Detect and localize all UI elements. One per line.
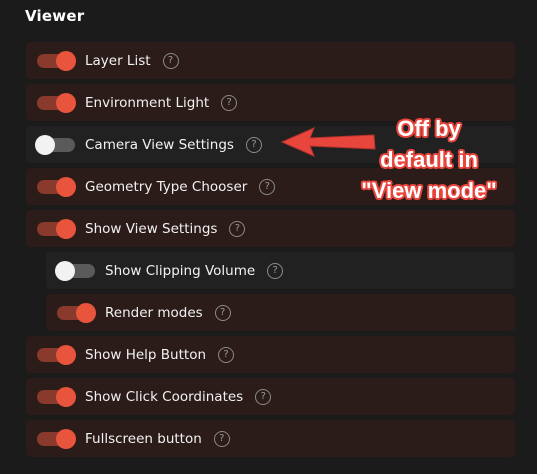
setting-row-fullscreen-button: Fullscreen button ? (26, 420, 515, 457)
toggle-knob (76, 302, 96, 323)
help-icon[interactable]: ? (221, 94, 238, 111)
setting-row-render-modes: Render modes ? (46, 294, 515, 331)
toggle-switch[interactable] (55, 260, 95, 281)
setting-label: Show Click Coordinates (85, 388, 244, 405)
toggle-knob (56, 50, 76, 71)
toggle-switch[interactable] (57, 302, 96, 323)
setting-label: Fullscreen button (85, 430, 202, 447)
help-icon[interactable]: ? (162, 52, 179, 69)
toggle-knob (56, 218, 76, 239)
help-icon[interactable]: ? (218, 346, 235, 363)
toggle-switch[interactable] (37, 218, 76, 239)
toggle-switch[interactable] (37, 428, 76, 449)
setting-label: Show Help Button (85, 346, 207, 363)
annotation-callout: Off by default in "View mode" (344, 113, 514, 206)
toggle-switch[interactable] (37, 92, 76, 113)
help-icon[interactable]: ? (214, 304, 231, 321)
annotation-line: Off by (397, 116, 461, 141)
setting-label: Environment Light (85, 94, 210, 111)
toggle-switch[interactable] (37, 176, 76, 197)
toggle-knob (56, 386, 76, 407)
toggle-switch[interactable] (37, 50, 76, 71)
setting-row-layer-list: Layer List ? (26, 42, 515, 79)
setting-label: Show Clipping Volume (105, 262, 256, 279)
setting-row-show-clipping-volume: Show Clipping Volume ? (46, 252, 515, 289)
help-icon[interactable]: ? (267, 262, 284, 279)
setting-label: Geometry Type Chooser (85, 178, 248, 195)
toggle-knob (35, 134, 55, 155)
help-icon[interactable]: ? (229, 220, 246, 237)
toggle-switch[interactable] (35, 134, 75, 155)
toggle-knob (56, 344, 76, 365)
toggle-knob (56, 176, 76, 197)
setting-row-show-click-coordinates: Show Click Coordinates ? (26, 378, 515, 415)
toggle-switch[interactable] (37, 344, 76, 365)
setting-row-show-help-button: Show Help Button ? (26, 336, 515, 373)
toggle-knob (56, 428, 76, 449)
annotation-line: default in (380, 147, 478, 172)
help-icon[interactable]: ? (213, 430, 230, 447)
annotation-line: "View mode" (361, 178, 497, 203)
toggle-knob (56, 92, 76, 113)
section-title-viewer: Viewer (25, 7, 85, 25)
setting-label: Show View Settings (85, 220, 218, 237)
help-icon[interactable]: ? (259, 178, 276, 195)
setting-row-show-view-settings: Show View Settings ? (26, 210, 515, 247)
setting-label: Camera View Settings (85, 136, 234, 153)
setting-label: Render modes (105, 304, 203, 321)
setting-label: Layer List (85, 52, 151, 69)
toggle-knob (55, 260, 75, 281)
help-icon[interactable]: ? (255, 388, 272, 405)
help-icon[interactable]: ? (245, 136, 262, 153)
toggle-switch[interactable] (37, 386, 76, 407)
